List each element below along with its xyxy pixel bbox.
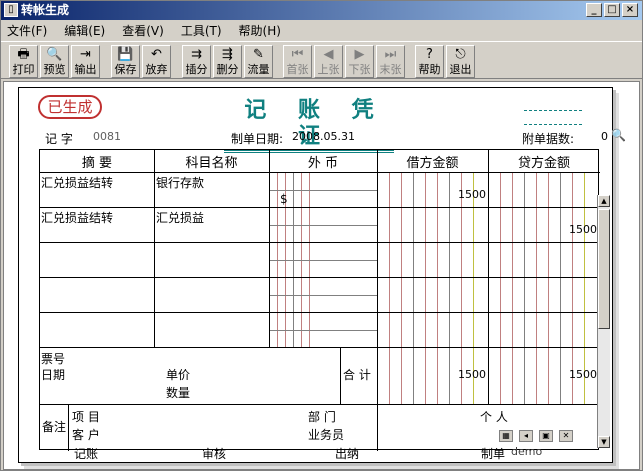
row1-account[interactable]: 银行存款 xyxy=(156,174,204,191)
next-icon: ▶ xyxy=(354,47,365,62)
calc-icon[interactable]: ▣ xyxy=(539,430,553,442)
header-summary: 摘 要 xyxy=(81,156,113,171)
exit-icon: ⎋ xyxy=(455,47,466,62)
unit-price-label: 单价 xyxy=(166,368,191,382)
salesman-label[interactable]: 业务员 xyxy=(308,426,344,443)
first-icon: ⏮ xyxy=(291,47,304,62)
magnifier-icon[interactable]: 🔍 xyxy=(611,128,626,142)
cashier-label: 出纳 xyxy=(335,447,360,461)
customer-label[interactable]: 客 户 xyxy=(72,426,100,443)
row2-account[interactable]: 汇兑损益 xyxy=(156,209,204,226)
last-icon: ⏭ xyxy=(384,47,397,62)
minimize-button[interactable]: _ xyxy=(586,3,602,17)
cashflow-button[interactable]: ✎ 流量 xyxy=(244,45,273,78)
prev-icon: ◀ xyxy=(323,47,334,62)
toolbar: 🖶 打印 🔍 预览 ⇥ 输出 💾 保存 ↶ 放弃 ⇉ 插分 ⇶ 删分 ✎ 流量 ⏮ 首张 ◀ 上张 … xyxy=(1,41,642,79)
total-credit: 1500 xyxy=(569,368,597,381)
insert-row-icon: ⇉ xyxy=(191,47,202,62)
vertical-scrollbar[interactable]: ▲ ▼ xyxy=(597,195,610,448)
export-icon: ⇥ xyxy=(80,47,91,62)
first-voucher-button[interactable]: ⏮ 首张 xyxy=(283,45,312,78)
total-label: 合 计 xyxy=(343,368,371,382)
person-label[interactable]: 个 人 xyxy=(480,408,508,425)
discard-button[interactable]: ↶ 放弃 xyxy=(142,45,171,78)
date-label: 制单日期: xyxy=(231,132,284,146)
header-account: 科目名称 xyxy=(185,156,238,171)
header-credit: 贷方金额 xyxy=(517,156,570,171)
ticket-label: 票号 xyxy=(41,352,66,366)
close-button[interactable]: × xyxy=(622,3,638,17)
save-button[interactable]: 💾 保存 xyxy=(111,45,140,78)
generated-stamp: 已生成 xyxy=(38,95,102,119)
insert-entry-button[interactable]: ⇉ 插分 xyxy=(182,45,211,78)
menu-view[interactable]: 查看(V) xyxy=(122,22,164,39)
row1-debit[interactable]: 1500 xyxy=(416,188,486,201)
maker-label: 制单 xyxy=(481,447,506,461)
scroll-thumb[interactable] xyxy=(598,209,610,329)
preview-button[interactable]: 🔍 预览 xyxy=(40,45,69,78)
preview-icon: 🔍 xyxy=(46,47,63,62)
first-record-icon[interactable]: ◂ xyxy=(519,430,533,442)
export-button[interactable]: ⇥ 输出 xyxy=(71,45,100,78)
delete-entry-button[interactable]: ⇶ 删分 xyxy=(213,45,242,78)
window-title: 转帐生成 xyxy=(21,3,70,17)
remark-label: 备注 xyxy=(42,420,67,434)
title-dash-line xyxy=(524,124,582,125)
main-window: ▯ 转帐生成 _ □ × 文件(F) 编辑(E) 查看(V) 工具(T) 帮助(… xyxy=(0,0,643,471)
project-label[interactable]: 项 目 xyxy=(72,408,100,425)
attachment-count[interactable]: 0 xyxy=(601,130,608,143)
last-voucher-button[interactable]: ⏭ 末张 xyxy=(376,45,405,78)
print-button[interactable]: 🖶 打印 xyxy=(9,45,38,78)
department-label[interactable]: 部 门 xyxy=(308,408,336,425)
row2-summary[interactable]: 汇兑损益结转 xyxy=(41,209,113,226)
review-label: 审核 xyxy=(202,447,227,461)
cashflow-icon: ✎ xyxy=(253,47,264,62)
menu-tools[interactable]: 工具(T) xyxy=(181,22,222,39)
grid-icon[interactable]: ▦ xyxy=(499,430,513,442)
menu-bar: 文件(F) 编辑(E) 查看(V) 工具(T) 帮助(H) xyxy=(1,21,642,40)
voucher-date[interactable]: 2008.05.31 xyxy=(292,130,355,143)
next-voucher-button[interactable]: ▶ 下张 xyxy=(345,45,374,78)
scroll-up-icon[interactable]: ▲ xyxy=(598,195,610,207)
title-dash-line xyxy=(524,110,582,111)
close-record-icon[interactable]: ✕ xyxy=(559,430,573,442)
row2-credit[interactable]: 1500 xyxy=(527,223,597,236)
maker-name: demo xyxy=(511,445,543,458)
menu-edit[interactable]: 编辑(E) xyxy=(64,22,105,39)
date-field-label: 日期 xyxy=(41,368,66,382)
menu-file[interactable]: 文件(F) xyxy=(7,22,47,39)
total-debit: 1500 xyxy=(458,368,486,381)
header-debit: 借方金额 xyxy=(406,156,459,171)
title-bar[interactable]: ▯ 转帐生成 _ □ × xyxy=(1,1,642,20)
save-icon: 💾 xyxy=(117,47,134,62)
maximize-button[interactable]: □ xyxy=(604,3,620,17)
exit-button[interactable]: ⎋ 退出 xyxy=(446,45,475,78)
voucher-grid: 摘 要 科目名称 外 币 借方金额 贷方金额 汇兑损益结转 银行存款 $ 150… xyxy=(39,149,600,451)
quantity-label: 数量 xyxy=(166,386,191,400)
header-foreign: 外 币 xyxy=(307,156,339,171)
help-button[interactable]: ? 帮助 xyxy=(415,45,444,78)
undo-icon: ↶ xyxy=(151,47,162,62)
record-nav: ▦ ◂ ▣ ✕ xyxy=(499,430,573,442)
scroll-down-icon[interactable]: ▼ xyxy=(598,436,610,448)
voucher-number[interactable]: 0081 xyxy=(93,130,121,143)
prev-voucher-button[interactable]: ◀ 上张 xyxy=(314,45,343,78)
voucher-paper: 已生成 记 账 凭 证 记 字 0081 制单日期: 2008.05.31 附单… xyxy=(18,87,626,463)
delete-row-icon: ⇶ xyxy=(222,47,233,62)
booked-by-label: 记账 xyxy=(74,447,99,461)
menu-help[interactable]: 帮助(H) xyxy=(239,22,281,39)
row1-summary[interactable]: 汇兑损益结转 xyxy=(41,174,113,191)
row1-currency[interactable]: $ xyxy=(280,192,288,206)
voucher-area: 已生成 记 账 凭 证 记 字 0081 制单日期: 2008.05.31 附单… xyxy=(3,81,640,470)
printer-icon: 🖶 xyxy=(17,47,30,62)
attachment-label: 附单据数: xyxy=(522,132,575,146)
voucher-app-icon: ▯ xyxy=(4,3,18,17)
voucher-type-label: 记 字 xyxy=(45,132,73,146)
help-icon: ? xyxy=(426,47,433,62)
